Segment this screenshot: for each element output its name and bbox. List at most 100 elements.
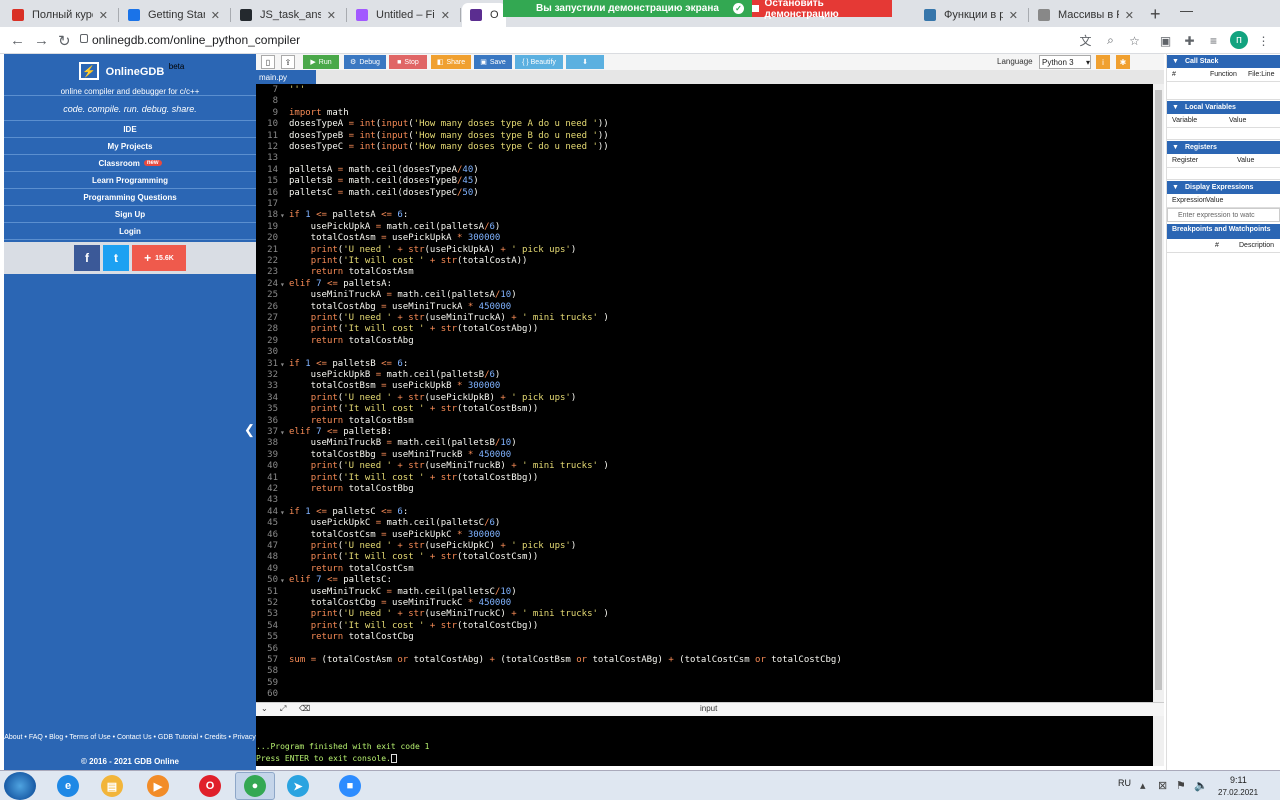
start-button[interactable] (4, 772, 36, 800)
onlinegdb-logo-icon[interactable]: ⚡ (79, 62, 99, 80)
window-minimize-button[interactable]: — (1180, 3, 1193, 18)
editor-scroll-thumb[interactable] (1155, 90, 1162, 690)
taskbar-app-button[interactable]: ➤ (278, 772, 318, 800)
forward-arrow-icon[interactable]: → (34, 32, 49, 49)
clock-time[interactable]: 9:11 (1230, 775, 1247, 785)
code-line[interactable]: 14 palletsA = math.ceil(dosesTypeA/40) (256, 165, 1153, 176)
code-line[interactable]: 19 usePickUpkA = math.ceil(palletsA/6) (256, 222, 1153, 233)
code-line[interactable]: 58 (256, 666, 1153, 677)
code-line[interactable]: 38 useMiniTruckB = math.ceil(palletsB/10… (256, 438, 1153, 449)
fold-arrow-icon[interactable]: ▾ (280, 575, 285, 586)
flag-icon[interactable]: ⚑ (1176, 779, 1186, 792)
local-variables-header[interactable]: ▼ Local Variables (1167, 101, 1280, 114)
registers-header[interactable]: ▼ Registers (1167, 141, 1280, 154)
code-line[interactable]: 49 return totalCostCsm (256, 564, 1153, 575)
debug-button[interactable]: ⚙ Debug (344, 55, 386, 69)
code-line[interactable]: 10 dosesTypeA = int(input('How many doses… (256, 119, 1153, 130)
code-line[interactable]: 45 usePickUpkC = math.ceil(palletsC/6) (256, 518, 1153, 529)
code-line[interactable]: 8 (256, 96, 1153, 107)
code-line[interactable]: 15 palletsB = math.ceil(dosesTypeB/45) (256, 176, 1153, 187)
fold-arrow-icon[interactable]: ▾ (280, 279, 285, 290)
fold-arrow-icon[interactable]: ▾ (280, 427, 285, 438)
fold-arrow-icon[interactable]: ▾ (280, 359, 285, 370)
code-line[interactable]: 26 totalCostAbg = useMiniTruckA * 450000 (256, 302, 1153, 313)
code-line[interactable]: 12 dosesTypeC = int(input('How many doses… (256, 142, 1153, 153)
clear-console-icon[interactable]: ⌫ (299, 704, 310, 713)
code-line[interactable]: 21 print('U need ' + str(usePickUpkA) + … (256, 245, 1153, 256)
code-line[interactable]: 28 print('It will cost ' + str(totalCost… (256, 324, 1153, 335)
call-stack-header[interactable]: ▼ Call Stack (1167, 55, 1280, 68)
code-line[interactable]: 30 (256, 347, 1153, 358)
taskbar-app-button[interactable]: e (48, 772, 88, 800)
close-icon[interactable]: ✕ (1125, 9, 1134, 22)
code-line[interactable]: 32 usePickUpkB = math.ceil(palletsB/6) (256, 370, 1153, 381)
browser-tab[interactable]: Полный курс п ✕ (4, 3, 116, 27)
browser-tab[interactable]: Untitled – Figm ✕ (348, 3, 458, 27)
code-line[interactable]: 25 useMiniTruckA = math.ceil(palletsA/10… (256, 290, 1153, 301)
code-line[interactable]: 34 print('U need ' + str(usePickUpkB) + … (256, 393, 1153, 404)
code-line[interactable]: 41 print('It will cost ' + str(totalCost… (256, 473, 1153, 484)
stop-sharing-button[interactable]: Остановить демонстрацию (752, 0, 892, 20)
watch-expression-input[interactable]: Enter expression to watc (1167, 208, 1280, 222)
clock-date[interactable]: 27.02.2021 (1218, 788, 1258, 797)
footer-links[interactable]: About • FAQ • Blog • Terms of Use • Cont… (4, 732, 256, 744)
translate-icon[interactable]: 文 (1078, 33, 1093, 48)
code-line[interactable]: 47 print('U need ' + str(usePickUpkC) + … (256, 541, 1153, 552)
code-line[interactable]: 59 (256, 678, 1153, 689)
code-line[interactable]: 39 totalCostBbg = useMiniTruckB * 450000 (256, 450, 1153, 461)
new-tab-button[interactable]: + (1150, 4, 1161, 25)
code-line[interactable]: 48 print('It will cost ' + str(totalCost… (256, 552, 1153, 563)
breakpoints-header[interactable]: Breakpoints and Watchpoints (1167, 224, 1280, 239)
upload-icon[interactable]: ⇪ (281, 55, 295, 69)
file-tab-main-py[interactable]: main.py (256, 70, 316, 84)
code-line[interactable]: 60 (256, 689, 1153, 700)
code-line[interactable]: 50 ▾ elif 7 <= palletsC: (256, 575, 1153, 586)
zoom-icon[interactable]: ⌕ (1103, 33, 1118, 48)
collapse-sidebar-button[interactable]: ❮ (243, 412, 256, 448)
display-expressions-header[interactable]: ▼ Display Expressions (1167, 181, 1280, 194)
browser-tab[interactable]: JS_task_answer ✕ (232, 3, 344, 27)
beautify-button[interactable]: { } Beautify (515, 55, 563, 69)
show-hidden-icons-icon[interactable]: ▴ (1140, 779, 1146, 792)
share-button[interactable]: ◧ Share (431, 55, 471, 69)
code-line[interactable]: 7 ''' (256, 85, 1153, 96)
bookmark-star-icon[interactable]: ☆ (1127, 33, 1142, 48)
close-icon[interactable]: ✕ (327, 9, 336, 22)
code-line[interactable]: 16 palletsC = math.ceil(dosesTypeC/50) (256, 188, 1153, 199)
code-line[interactable]: 46 totalCostCsm = usePickUpkC * 300000 (256, 530, 1153, 541)
code-line[interactable]: 44 ▾ if 1 <= palletsC <= 6: (256, 507, 1153, 518)
stop-button[interactable]: ■ Stop (389, 55, 427, 69)
code-line[interactable]: 51 useMiniTruckC = math.ceil(palletsC/10… (256, 587, 1153, 598)
run-button[interactable]: ▶ Run (303, 55, 339, 69)
code-line[interactable]: 17 (256, 199, 1153, 210)
puzzle-icon[interactable]: ✚ (1182, 33, 1197, 48)
code-line[interactable]: 22 print('It will cost ' + str(totalCost… (256, 256, 1153, 267)
code-line[interactable]: 29 return totalCostAbg (256, 336, 1153, 347)
code-line[interactable]: 36 return totalCostBsm (256, 416, 1153, 427)
code-line[interactable]: 18 ▾ if 1 <= palletsA <= 6: (256, 210, 1153, 221)
fold-arrow-icon[interactable]: ▾ (280, 210, 285, 221)
language-select[interactable]: Python 3 ▾ (1039, 55, 1091, 69)
code-line[interactable]: 40 print('U need ' + str(useMiniTruckB) … (256, 461, 1153, 472)
code-line[interactable]: 9 import math (256, 108, 1153, 119)
brand-title[interactable]: OnlineGDB beta (4, 62, 256, 80)
code-line[interactable]: 33 totalCostBsm = usePickUpkB * 300000 (256, 381, 1153, 392)
expand-icon[interactable]: ⤢ (280, 704, 286, 714)
lock-icon[interactable] (80, 34, 88, 43)
taskbar-app-button[interactable]: O (190, 772, 230, 800)
kebab-menu-icon[interactable]: ⋮ (1256, 33, 1271, 48)
language-indicator[interactable]: RU (1118, 778, 1131, 788)
sidebar-item-classroom[interactable]: Classroom new (4, 155, 256, 172)
editor-scrollbar[interactable] (1153, 84, 1164, 702)
taskbar-app-button[interactable]: ▤ (92, 772, 132, 800)
info-icon[interactable]: i (1096, 55, 1110, 69)
taskbar-app-button[interactable]: ■ (330, 772, 370, 800)
browser-tab[interactable]: Onli (462, 3, 506, 27)
back-arrow-icon[interactable]: ← (10, 32, 25, 49)
taskbar-app-button[interactable]: ● (235, 772, 275, 800)
browser-tab[interactable]: Функции в pyth ✕ (916, 3, 1026, 27)
code-line[interactable]: 57 sum = (totalCostAsm or totalCostAbg) +… (256, 655, 1153, 666)
browser-tab[interactable]: Массивы в Pyth ✕ (1030, 3, 1142, 27)
sidebar-item-login[interactable]: Login (4, 223, 256, 240)
settings-gear-icon[interactable]: ✱ (1116, 55, 1130, 69)
